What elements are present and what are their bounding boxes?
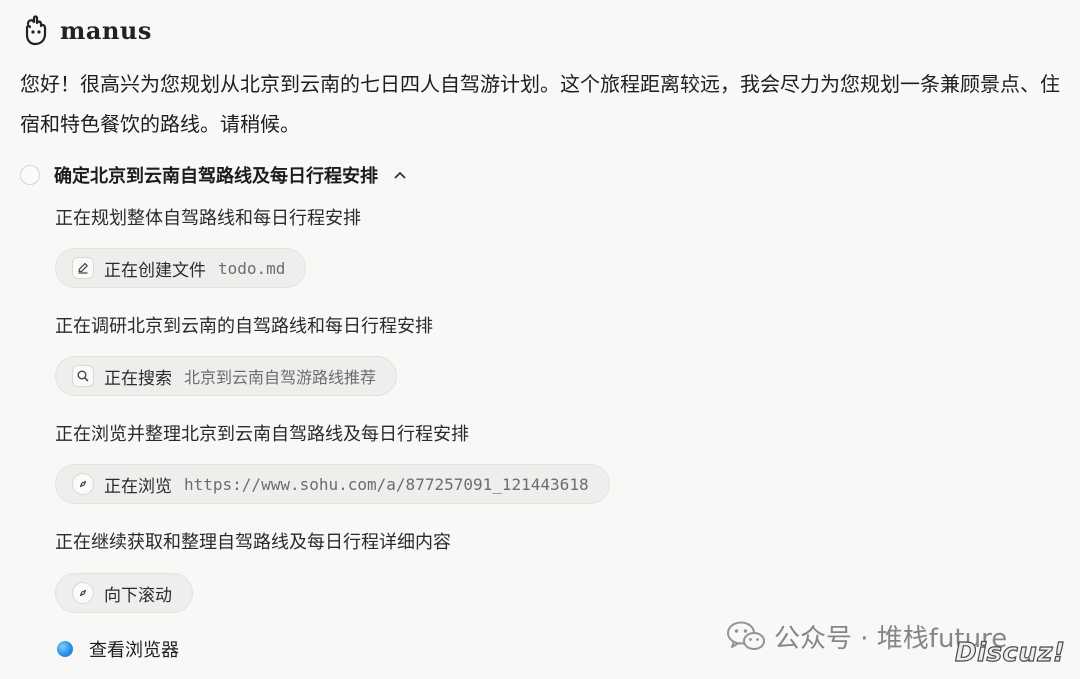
app-header: manus [22, 14, 152, 46]
step-description: 正在浏览并整理北京到云南自驾路线及每日行程安排 [55, 424, 469, 445]
tool-argument: todo.md [218, 258, 286, 278]
wechat-icon [727, 621, 765, 650]
step-description: 正在调研北京到云南的自驾路线和每日行程安排 [55, 316, 433, 337]
tool-action-label: 向下滚动 [104, 585, 172, 606]
tool-call-pill[interactable]: 正在搜索 北京到云南自驾游路线推荐 [55, 356, 398, 396]
manus-hand-logo-icon [25, 15, 47, 46]
tool-action-label: 正在浏览 [104, 476, 172, 497]
view-browser-label[interactable]: 查看浏览器 [89, 636, 179, 662]
compass-icon [72, 473, 94, 495]
edit-icon [72, 257, 94, 279]
step-description: 正在继续获取和整理自驾路线及每日行程详细内容 [55, 532, 451, 553]
search-icon [72, 365, 94, 387]
view-browser-row[interactable]: 查看浏览器 [57, 637, 179, 661]
task-status-circle [20, 165, 40, 185]
tool-action-label: 正在创建文件 [104, 260, 206, 281]
tool-call-pill[interactable]: 正在浏览 https://www.sohu.com/a/877257091_12… [55, 464, 610, 504]
step-description: 正在规划整体自驾路线和每日行程安排 [55, 208, 361, 229]
tool-call-pill[interactable]: 向下滚动 [55, 573, 193, 613]
assistant-message: 您好！很高兴为您规划从北京到云南的七日四人自驾游计划。这个旅程距离较远，我会尽力… [20, 72, 1060, 136]
chevron-up-icon[interactable] [392, 167, 408, 183]
discuz-watermark: Discuz! [954, 637, 1066, 668]
tool-argument: 北京到云南自驾游路线推荐 [184, 368, 377, 387]
brand-name: manus [60, 15, 152, 45]
compass-icon [72, 582, 94, 604]
tool-action-label: 正在搜索 [104, 368, 172, 389]
tool-call-pill[interactable]: 正在创建文件 todo.md [55, 248, 307, 288]
live-status-dot [57, 641, 73, 657]
task-header[interactable]: 确定北京到云南自驾路线及每日行程安排 [20, 160, 408, 190]
task-title: 确定北京到云南自驾路线及每日行程安排 [54, 166, 378, 187]
tool-argument: https://www.sohu.com/a/877257091_1214436… [184, 474, 589, 494]
